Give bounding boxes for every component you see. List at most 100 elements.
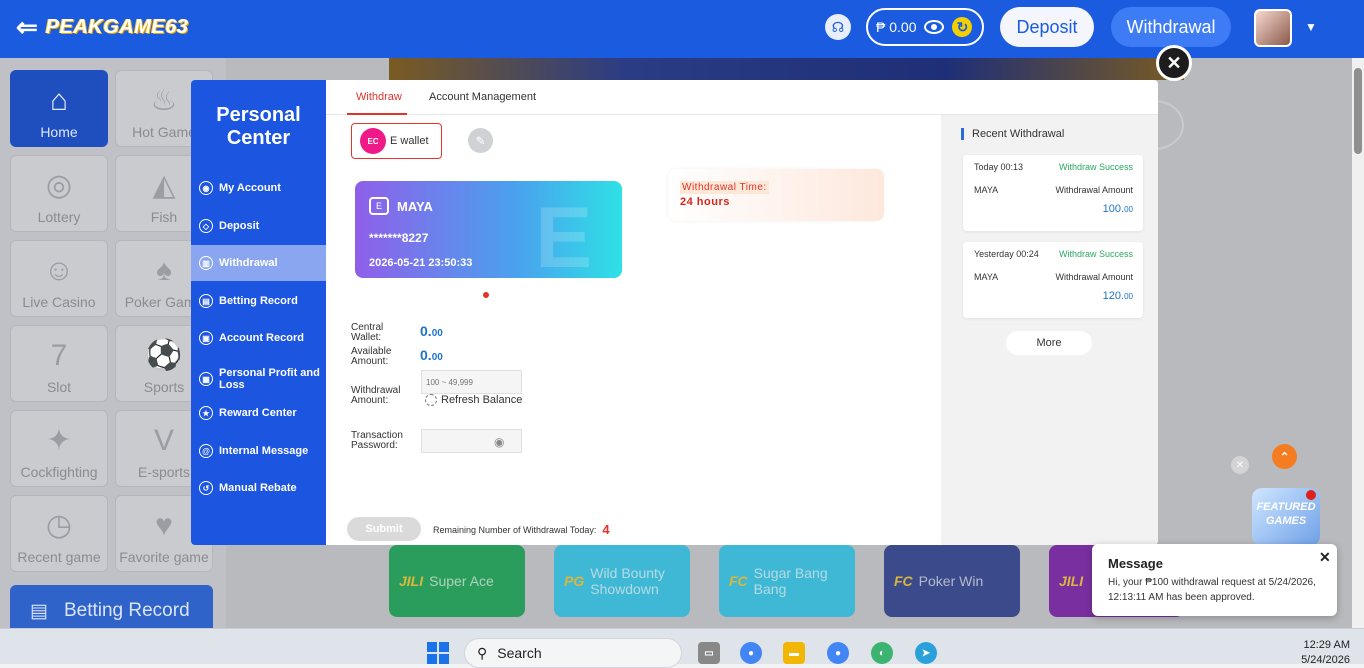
sidebar-item-label: Fish — [150, 209, 178, 225]
carousel-dot[interactable] — [483, 292, 489, 298]
close-modal-button[interactable]: ✕ — [1156, 45, 1192, 81]
game-provider: JILI — [399, 573, 424, 589]
scroll-up-icon[interactable]: ⌃ — [1272, 444, 1297, 469]
remaining-label: Remaining Number of Withdrawal Today: — [433, 524, 597, 535]
withdrawal-button[interactable]: Withdrawal — [1111, 7, 1231, 47]
sidebar-item-home[interactable]: ⌂ Home — [10, 70, 108, 147]
sidebar-item-cockfighting[interactable]: ✦ Cockfighting — [10, 410, 108, 487]
menu-item-account-record[interactable]: ▣ Account Record — [191, 320, 326, 356]
card-number: *******8227 — [369, 231, 429, 245]
deposit-icon: ◇ — [199, 219, 213, 233]
shark-icon: ◭ — [152, 169, 176, 202]
tab-account-management[interactable]: Account Management — [429, 91, 536, 103]
chrome-active-icon[interactable]: ● — [827, 642, 849, 664]
betting-record-label: Betting Record — [63, 600, 190, 621]
withdrawal-icon: ▥ — [199, 256, 213, 270]
edit-icon[interactable]: ✎ — [468, 128, 493, 153]
eye-slash-icon[interactable]: ◉ — [494, 435, 504, 449]
sidebar-item-label: Home — [40, 124, 78, 140]
menu-item-reward-center[interactable]: ★ Reward Center — [191, 395, 326, 431]
chevron-down-icon[interactable]: ▼ — [1305, 20, 1317, 34]
task-view-icon[interactable]: ▭ — [698, 642, 720, 664]
withdrawal-amount-input[interactable] — [421, 370, 522, 394]
featured-games-label: FEATURED GAMES — [1256, 501, 1316, 527]
game-provider: FC — [894, 573, 913, 589]
tab-withdraw[interactable]: Withdraw — [356, 91, 402, 103]
menu-item-label: Personal Profit and Loss — [219, 367, 320, 391]
menu-item-manual-rebate[interactable]: ↺ Manual Rebate — [191, 470, 326, 506]
central-wallet-int: 0. — [420, 323, 432, 339]
central-wallet-amount: 0.00 — [420, 323, 443, 339]
sidebar-item-lottery[interactable]: ◎ Lottery — [10, 155, 108, 232]
recent-status: Withdraw Success — [1058, 162, 1133, 172]
card-provider: MAYA — [397, 199, 433, 214]
menu-item-label: Withdrawal — [219, 257, 278, 269]
withdrawal-time-box: Withdrawal Time: 24 hours — [668, 169, 884, 221]
headset-support-icon[interactable]: ☊ — [825, 14, 851, 40]
ewallet-option[interactable]: EC E wallet — [351, 123, 442, 159]
dealer-icon: ☺ — [43, 254, 75, 287]
sidebar-item-label: Lottery — [37, 209, 81, 225]
menu-item-deposit[interactable]: ◇ Deposit — [191, 208, 326, 244]
brand-name: PEAKGAME63 — [45, 15, 189, 38]
page-scrollbar[interactable] — [1352, 58, 1364, 628]
back-arrow-icon[interactable]: ⇐ — [16, 14, 38, 40]
profit-loss-icon: ▦ — [199, 372, 213, 386]
sidebar-item-slot[interactable]: 7 Slot — [10, 325, 108, 402]
deposit-button[interactable]: Deposit — [1000, 7, 1094, 47]
transaction-password-input[interactable] — [421, 429, 522, 453]
message-toast: Message ✕ Hi, your ₱100 withdrawal reque… — [1092, 544, 1337, 616]
account-icon: ◉ — [199, 181, 213, 195]
app-globe-icon[interactable]: ◐ — [871, 642, 893, 664]
lottery-balls-icon: ◎ — [45, 169, 73, 202]
notification-dot — [1306, 490, 1316, 500]
reward-icon: ★ — [199, 406, 213, 420]
featured-games-badge[interactable]: FEATURED GAMES — [1252, 488, 1320, 546]
telegram-icon[interactable]: ➤ — [915, 642, 937, 664]
scrollbar-thumb[interactable] — [1354, 68, 1362, 154]
game-card[interactable]: FC Poker Win — [884, 545, 1020, 617]
game-card[interactable]: PG Wild Bounty Showdown — [554, 545, 690, 617]
refresh-balance-button[interactable]: Refresh Balance — [425, 394, 522, 406]
game-provider: PG — [564, 573, 585, 589]
message-title: Message — [1108, 556, 1163, 571]
more-button[interactable]: More — [1006, 331, 1092, 355]
top-bar: ⇐ PEAKGAME63 ☊ ₱ 0.00 ↻ Deposit Withdraw… — [0, 0, 1364, 58]
eye-icon[interactable] — [924, 20, 945, 34]
sidebar-item-label: Favorite game — [119, 549, 209, 565]
personal-center-modal: Personal Center ◉ My Account ◇ Deposit ▥ With… — [191, 80, 1158, 545]
sidebar-item-recent-game[interactable]: ◷ Recent game — [10, 495, 108, 572]
search-icon: ⚲ — [477, 644, 488, 661]
windows-start-icon[interactable] — [427, 642, 449, 664]
logo[interactable]: ⇐ PEAKGAME63 — [16, 14, 189, 40]
avatar[interactable] — [1254, 9, 1292, 47]
sidebar-item-label: Slot — [46, 379, 72, 395]
recent-withdrawal-item: Today 00:13 Withdraw Success MAYA Withdrawa… — [963, 155, 1143, 231]
clock-icon: ◷ — [45, 509, 73, 542]
recent-time: Yesterday 00:24 — [974, 249, 1039, 259]
account-record-icon: ▣ — [199, 331, 213, 345]
close-icon[interactable]: ✕ — [1319, 549, 1331, 566]
recent-amount-dec: 00 — [1124, 292, 1133, 301]
refresh-icon[interactable]: ↻ — [952, 17, 973, 37]
close-small-icon[interactable]: ✕ — [1231, 456, 1249, 474]
message-body: Hi, your ₱100 withdrawal request at 5/24… — [1108, 577, 1316, 603]
wallet-card[interactable]: E E MAYA *******8227 2026-05-21 23:50:33 — [355, 181, 622, 278]
game-name: Sugar Bang Bang — [753, 565, 828, 597]
chrome-icon[interactable]: ● — [740, 642, 762, 664]
sidebar-item-label: Sports — [143, 379, 185, 395]
file-explorer-icon[interactable]: ▬ — [783, 642, 805, 664]
sidebar-item-live-casino[interactable]: ☺ Live Casino — [10, 240, 108, 317]
menu-item-my-account[interactable]: ◉ My Account — [191, 170, 326, 206]
game-card[interactable]: FC Sugar Bang Bang — [719, 545, 855, 617]
recent-amount-label: Withdrawal Amount — [1055, 185, 1133, 195]
game-card[interactable]: JILI Super Ace — [389, 545, 525, 617]
menu-item-internal-message[interactable]: @ Internal Message — [191, 433, 326, 469]
menu-item-withdrawal[interactable]: ▥ Withdrawal — [191, 245, 326, 281]
nav-grid: ⌂ Home ♨ Hot Game ◎ Lottery ◭ Fish ☺ Live Casino ♠… — [10, 70, 213, 572]
menu-item-personal-profit-and-loss[interactable]: ▦ Personal Profit and Loss — [191, 360, 326, 398]
menu-item-betting-record[interactable]: ▤ Betting Record — [191, 283, 326, 319]
recent-amount-int: 120. — [1102, 290, 1125, 302]
ewallet-label: E wallet — [390, 135, 429, 147]
submit-button[interactable]: Submit — [347, 517, 421, 541]
